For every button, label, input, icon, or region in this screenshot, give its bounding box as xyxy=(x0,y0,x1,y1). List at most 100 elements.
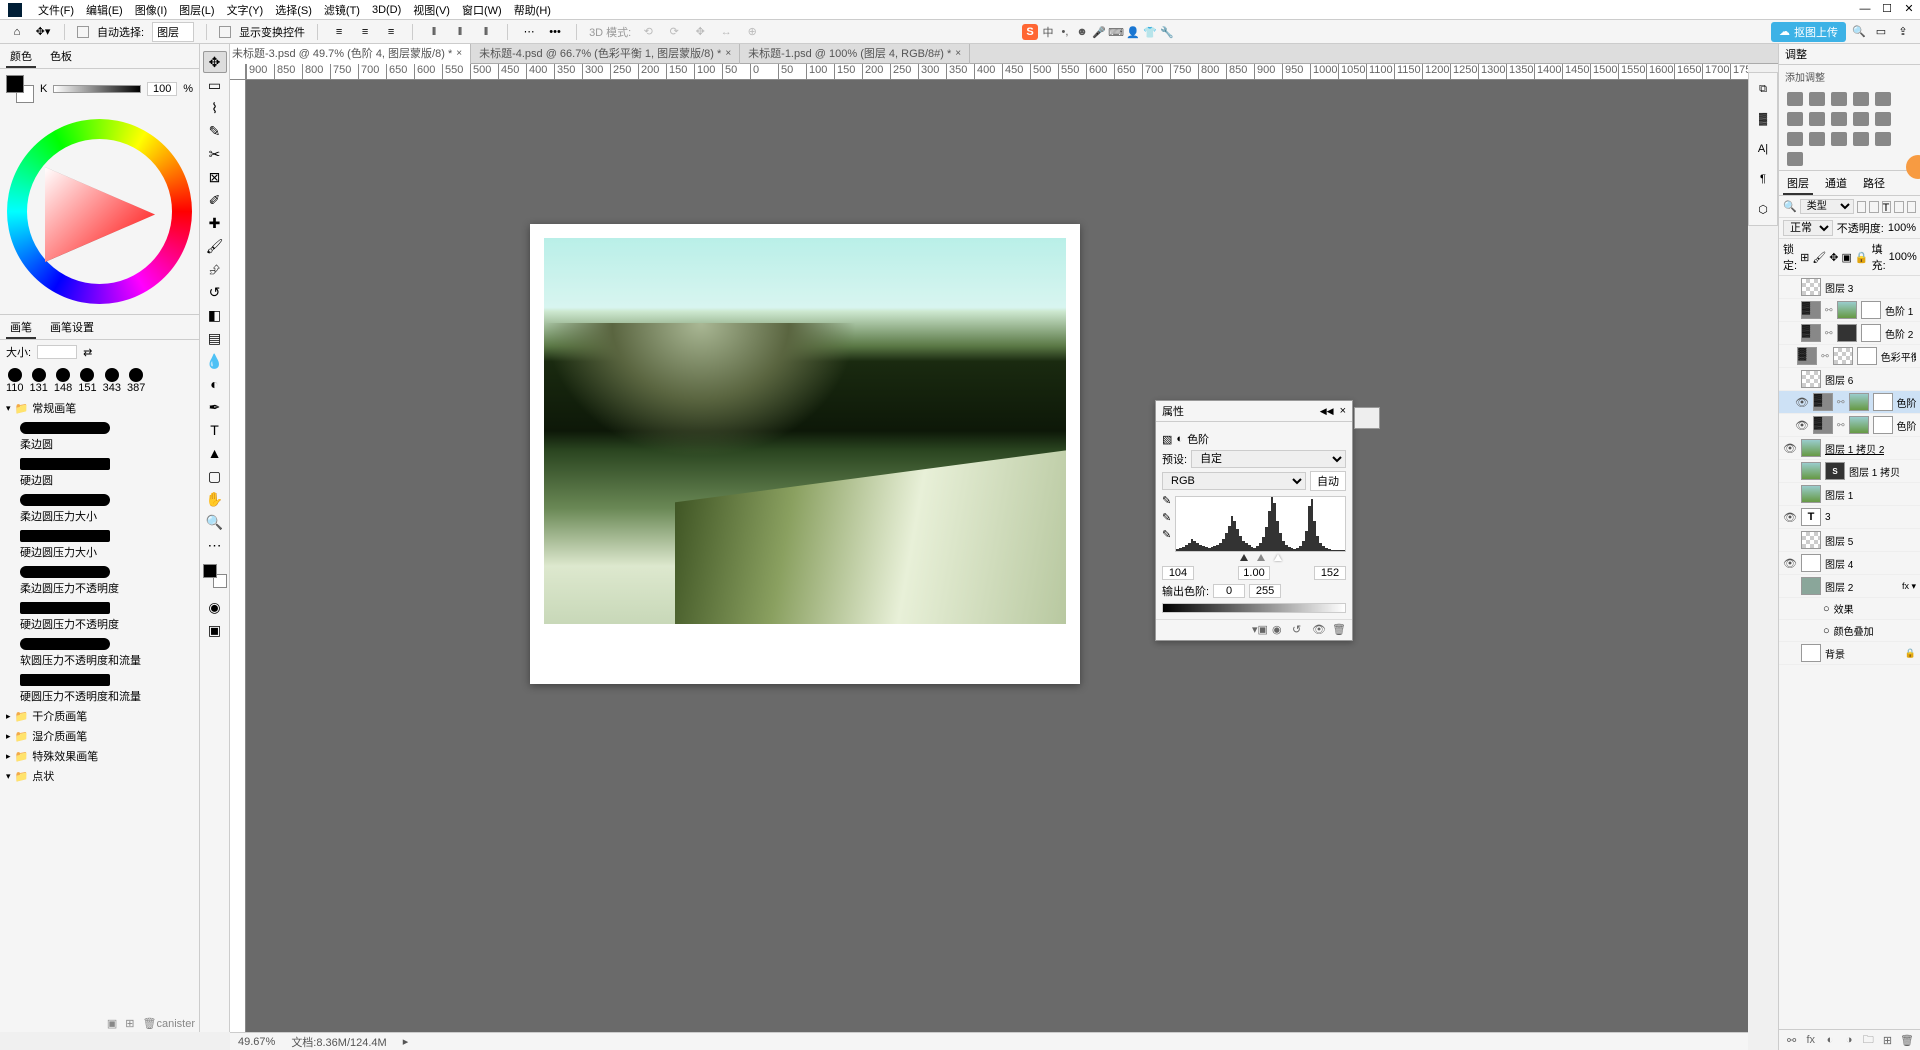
ime-cn-icon[interactable]: 中 xyxy=(1041,25,1055,39)
history-brush-tool[interactable]: ↺ xyxy=(203,281,227,303)
output-white-field[interactable] xyxy=(1249,584,1281,598)
adj-posterize-icon[interactable] xyxy=(1831,132,1847,146)
visibility-toggle[interactable]: 👁 xyxy=(1795,395,1809,409)
3d-zoom-icon[interactable]: ⊕ xyxy=(743,23,761,41)
properties-tab[interactable]: 属性 xyxy=(1162,403,1184,419)
blur-tool[interactable]: 💧 xyxy=(203,350,227,372)
layer-row[interactable]: 图层 6 xyxy=(1779,368,1920,391)
menu-image[interactable]: 图像(I) xyxy=(129,2,173,18)
share-export-icon[interactable]: ⇪ xyxy=(1894,23,1912,41)
doc-size[interactable]: 文档:8.36M/124.4M xyxy=(291,1034,386,1050)
blend-mode-select[interactable]: 正常 xyxy=(1783,220,1833,236)
actions-panel-icon[interactable]: ▓ xyxy=(1749,105,1777,133)
filter-shape-icon[interactable] xyxy=(1894,201,1903,213)
layer-mask-icon[interactable]: ◐ xyxy=(1823,1033,1836,1047)
ime-skin-icon[interactable]: 👕 xyxy=(1143,25,1157,39)
output-black-field[interactable] xyxy=(1213,584,1245,598)
input-sliders[interactable] xyxy=(1175,554,1346,564)
maximize-button[interactable]: ☐ xyxy=(1876,0,1898,20)
quick-select-tool[interactable]: ✎ xyxy=(203,120,227,142)
brush-settings-tab[interactable]: 画笔设置 xyxy=(46,317,98,339)
menu-3d[interactable]: 3D(D) xyxy=(366,4,407,16)
layer-filter-kind[interactable]: 类型 xyxy=(1800,199,1854,214)
swatches-tab[interactable]: 色板 xyxy=(46,46,76,68)
hand-tool[interactable]: ✋ xyxy=(203,488,227,510)
eraser-tool[interactable]: ◧ xyxy=(203,304,227,326)
adj-gradientmap-icon[interactable] xyxy=(1875,132,1891,146)
layer-row[interactable]: ▓⚯色彩平衡 1 xyxy=(1779,345,1920,368)
adj-bw-icon[interactable] xyxy=(1831,112,1847,126)
path-select-tool[interactable]: ▲ xyxy=(203,442,227,464)
brush-tool[interactable]: 🖌 xyxy=(203,235,227,257)
brush-item[interactable]: 硬圆压力不透明度和流量 xyxy=(0,670,199,706)
color-wheel[interactable] xyxy=(7,119,192,304)
align-right-icon[interactable]: ≡ xyxy=(382,23,400,41)
close-tab-icon[interactable]: × xyxy=(725,44,731,64)
brush-size-input[interactable] xyxy=(37,345,77,359)
type-tool[interactable]: T xyxy=(203,419,227,441)
paragraph-panel-icon[interactable]: ¶ xyxy=(1749,165,1777,193)
share-upload-button[interactable]: ☁ 抠图上传 xyxy=(1771,22,1846,42)
adjustments-tab[interactable]: 调整 xyxy=(1779,44,1920,65)
input-white-field[interactable] xyxy=(1314,566,1346,580)
brush-folder-wet[interactable]: 📁 湿介质画笔 xyxy=(0,726,199,746)
status-arrow-icon[interactable]: ▸ xyxy=(403,1035,409,1048)
align-center-v-icon[interactable]: ‖ xyxy=(451,23,469,41)
properties-panel[interactable]: 属性 ◀◀ × ▧ ◐ 色阶 预设: 自定 RGB 自动 ✎ ✎ ✎ xyxy=(1155,400,1353,641)
brush-preset[interactable]: 131 xyxy=(30,368,48,394)
visibility-toggle[interactable] xyxy=(1795,624,1809,638)
menu-select[interactable]: 选择(S) xyxy=(269,2,318,18)
new-group-icon[interactable]: ⊞ xyxy=(125,1017,134,1030)
screenmode-tool[interactable]: ▣ xyxy=(203,619,227,641)
k-value-input[interactable] xyxy=(147,82,177,96)
3d-orbit-icon[interactable]: ⟲ xyxy=(639,23,657,41)
search-icon[interactable]: 🔍 xyxy=(1850,23,1868,41)
menu-layer[interactable]: 图层(L) xyxy=(173,2,220,18)
histogram[interactable] xyxy=(1175,496,1346,552)
filter-smart-icon[interactable] xyxy=(1907,201,1916,213)
ruler-origin[interactable] xyxy=(230,64,246,80)
layer-row[interactable]: 👁图层 1 拷贝 2 xyxy=(1779,437,1920,460)
brush-folder-dry[interactable]: 📁 干介质画笔 xyxy=(0,706,199,726)
channel-select[interactable]: RGB xyxy=(1162,472,1306,490)
brush-item[interactable]: 硬边圆压力不透明度 xyxy=(0,598,199,634)
align-left-icon[interactable]: ≡ xyxy=(330,23,348,41)
layer-row[interactable]: 👁▓⚯色阶 3 xyxy=(1779,414,1920,437)
adj-invert-icon[interactable] xyxy=(1809,132,1825,146)
brush-item[interactable]: 柔边圆压力不透明度 xyxy=(0,562,199,598)
brush-item[interactable]: 柔边圆压力大小 xyxy=(0,490,199,526)
brush-folder-fx[interactable]: 📁 特殊效果画笔 xyxy=(0,746,199,766)
visibility-toggle[interactable] xyxy=(1783,646,1797,660)
shape-tool[interactable]: ▢ xyxy=(203,465,227,487)
ime-mic-icon[interactable]: 🎤 xyxy=(1092,25,1106,39)
filter-pixel-icon[interactable] xyxy=(1857,201,1866,213)
stamp-tool[interactable]: ⮵ xyxy=(203,258,227,280)
visibility-toggle[interactable] xyxy=(1795,602,1809,616)
layer-row[interactable]: 👁图层 4 xyxy=(1779,552,1920,575)
visibility-toggle[interactable] xyxy=(1783,303,1797,317)
menu-edit[interactable]: 编辑(E) xyxy=(80,2,129,18)
distribute-icon[interactable]: ⋯ xyxy=(520,23,538,41)
layer-row[interactable]: ○颜色叠加 xyxy=(1779,620,1920,642)
layer-row[interactable]: ▓⚯色阶 1 xyxy=(1779,299,1920,322)
pen-tool[interactable]: ✒ xyxy=(203,396,227,418)
new-brush-icon[interactable]: ▣ xyxy=(107,1017,117,1030)
opacity-value[interactable]: 100% xyxy=(1888,222,1916,234)
lock-artboard-icon[interactable]: ▣ xyxy=(1841,251,1851,264)
layer-row[interactable]: 👁T3 xyxy=(1779,506,1920,529)
align-top-icon[interactable]: ‖ xyxy=(425,23,443,41)
move-tool[interactable]: ✥ xyxy=(203,51,227,73)
3d-panel-icon[interactable]: ⬡ xyxy=(1749,195,1777,223)
delete-brush-icon[interactable]: 🗑canister xyxy=(143,1017,195,1030)
close-tab-icon[interactable]: × xyxy=(955,44,961,64)
brush-item[interactable]: 硬边圆压力大小 xyxy=(0,526,199,562)
output-gradient[interactable] xyxy=(1162,603,1346,613)
zoom-tool[interactable]: 🔍 xyxy=(203,511,227,533)
document-tab-0[interactable]: 未标题-3.psd @ 49.7% (色阶 4, 图层蒙版/8) * × xyxy=(224,44,471,64)
artboard[interactable] xyxy=(530,224,1080,684)
menu-type[interactable]: 文字(Y) xyxy=(221,2,270,18)
brush-item[interactable]: 软圆压力不透明度和流量 xyxy=(0,634,199,670)
channels-tab[interactable]: 通道 xyxy=(1821,173,1851,195)
align-center-h-icon[interactable]: ≡ xyxy=(356,23,374,41)
3d-roll-icon[interactable]: ⟳ xyxy=(665,23,683,41)
